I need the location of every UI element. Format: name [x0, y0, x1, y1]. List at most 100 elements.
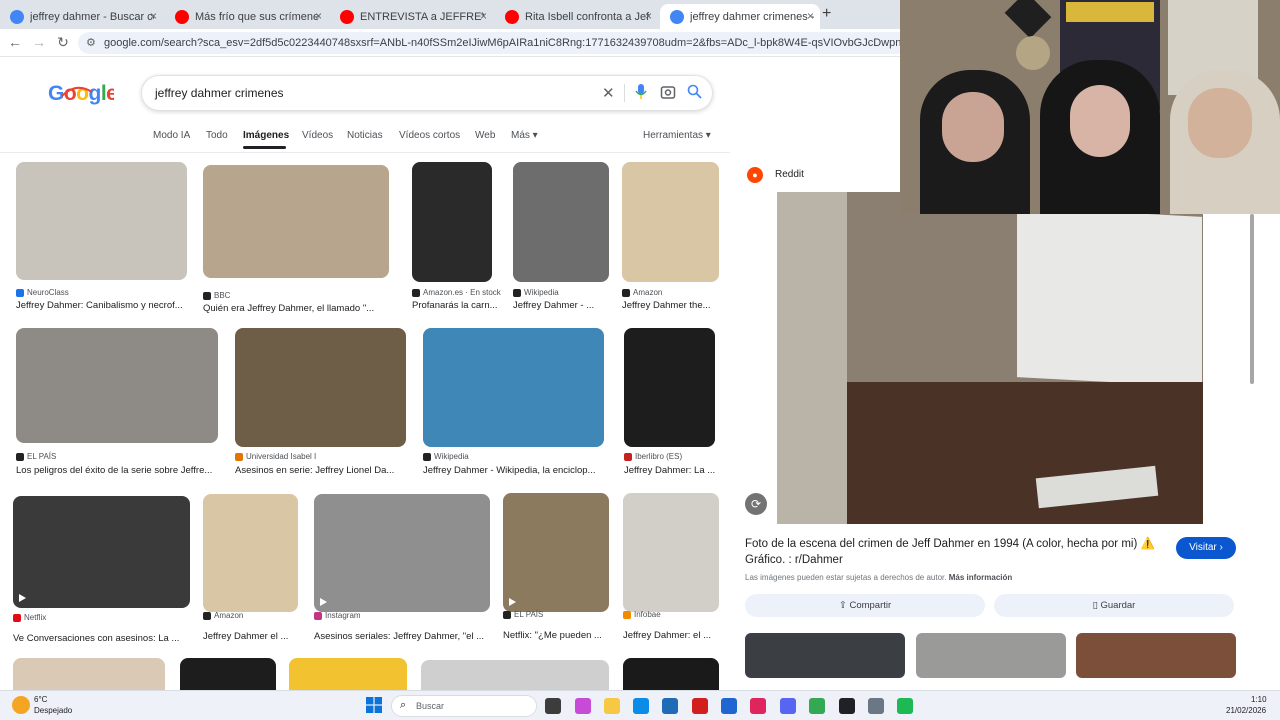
acrobat-icon[interactable]: [692, 698, 708, 714]
weather-desc[interactable]: Despejado: [34, 706, 72, 715]
result-thumbnail[interactable]: [203, 494, 298, 612]
weather-icon[interactable]: [12, 696, 30, 714]
new-tab-button[interactable]: +: [822, 5, 831, 23]
image-result-partial[interactable]: [180, 658, 276, 690]
result-source[interactable]: EL PAÍS: [16, 452, 56, 461]
visit-button[interactable]: Visitar ›: [1176, 537, 1236, 559]
scrollbar-thumb[interactable]: [1250, 214, 1254, 384]
related-thumb[interactable]: [745, 633, 905, 678]
image-result-partial[interactable]: [289, 658, 407, 690]
result-source[interactable]: Netflix: [13, 613, 46, 622]
result-thumbnail[interactable]: [423, 328, 604, 447]
image-result[interactable]: Infobae Jeffrey Dahmer: el ...: [623, 493, 729, 672]
image-result[interactable]: EL PAÍS Netflix: "¿Me pueden ...: [503, 493, 619, 672]
filter-7[interactable]: Más ▾: [511, 130, 538, 141]
result-source[interactable]: NeuroClass: [16, 288, 69, 297]
mic-icon[interactable]: [635, 84, 647, 104]
result-title[interactable]: Jeffrey Dahmer: el ...: [623, 630, 733, 641]
result-thumbnail[interactable]: [624, 328, 715, 447]
result-title[interactable]: Asesinos en serie: Jeffrey Lionel Da...: [235, 465, 420, 476]
result-source[interactable]: Instagram: [314, 611, 361, 620]
tools-button[interactable]: Herramientas ▾: [643, 130, 711, 141]
result-thumbnail[interactable]: [412, 162, 492, 282]
result-source[interactable]: Universidad Isabel I: [235, 452, 316, 461]
file-explorer-icon[interactable]: [604, 698, 620, 714]
clear-icon[interactable]: ✕: [602, 84, 615, 102]
address-bar[interactable]: ⚙ google.com/search?sca_esv=2df5d5c02234…: [78, 32, 900, 54]
result-title[interactable]: Jeffrey Dahmer el ...: [203, 631, 312, 642]
image-result[interactable]: Amazon.es · En stock Profanarás la carn..…: [412, 162, 502, 342]
share-button[interactable]: ⇪ Compartir: [745, 594, 985, 617]
image-result[interactable]: Wikipedia Jeffrey Dahmer - Wikipedia, la …: [423, 328, 614, 507]
filter-5[interactable]: Vídeos cortos: [399, 130, 460, 141]
image-result-partial[interactable]: [421, 660, 609, 692]
image-result[interactable]: BBC Quién era Jeffrey Dahmer, el llamado …: [203, 165, 399, 338]
panel-caption[interactable]: Foto de la escena del crimen de Jeff Dah…: [745, 536, 1165, 568]
image-result[interactable]: Universidad Isabel I Asesinos en serie: J…: [235, 328, 416, 507]
filter-3[interactable]: Vídeos: [302, 130, 333, 141]
browser-tab[interactable]: Más frío que sus crímenes: así×: [165, 4, 328, 29]
copilot-icon[interactable]: [575, 698, 591, 714]
search-box[interactable]: jeffrey dahmer crimenes ✕: [141, 75, 713, 111]
image-result[interactable]: Wikipedia Jeffrey Dahmer - ...: [513, 162, 619, 342]
brave-icon[interactable]: [750, 698, 766, 714]
preview-image[interactable]: [777, 192, 1203, 524]
reload-icon[interactable]: ↻: [54, 34, 72, 51]
image-result[interactable]: Amazon Jeffrey Dahmer the...: [622, 162, 729, 342]
weather-temp[interactable]: 6°C: [34, 695, 47, 704]
close-tab-icon[interactable]: ×: [807, 9, 814, 23]
result-title[interactable]: Asesinos seriales: Jeffrey Dahmer, "el .…: [314, 631, 504, 642]
more-info-link[interactable]: Más información: [949, 573, 1013, 582]
obs-icon[interactable]: [839, 698, 855, 714]
image-result-partial[interactable]: [13, 658, 165, 690]
image-result[interactable]: EL PAÍS Los peligros del éxito de la seri…: [16, 328, 228, 503]
result-thumbnail[interactable]: [314, 494, 490, 612]
result-thumbnail[interactable]: [203, 165, 389, 278]
image-result-partial[interactable]: [623, 658, 719, 690]
image-result[interactable]: Instagram Asesinos seriales: Jeffrey Dahm…: [314, 494, 500, 672]
forward-icon[interactable]: →: [30, 34, 48, 50]
image-result[interactable]: Iberlibro (ES) Jeffrey Dahmer: La ...: [624, 328, 725, 507]
related-thumb[interactable]: [1076, 633, 1236, 678]
result-source[interactable]: Amazon: [622, 288, 662, 297]
result-source[interactable]: EL PAÍS: [503, 610, 543, 619]
windows-start-icon[interactable]: [366, 697, 382, 713]
result-thumbnail[interactable]: [235, 328, 406, 447]
store-icon[interactable]: [662, 698, 678, 714]
result-source[interactable]: Amazon.es · En stock: [412, 288, 501, 297]
lens-search-icon[interactable]: ⟳: [745, 493, 767, 515]
settings-icon[interactable]: [868, 698, 884, 714]
clock-date[interactable]: 21/02/2026: [1226, 706, 1266, 715]
browser-tab[interactable]: Rita Isbell confronta a Jeffrey D×: [495, 4, 658, 29]
panel-source[interactable]: Reddit: [775, 169, 804, 180]
result-source[interactable]: Wikipedia: [423, 452, 469, 461]
result-title[interactable]: Jeffrey Dahmer: La ...: [624, 465, 729, 476]
search-icon[interactable]: [687, 84, 702, 103]
result-title[interactable]: Jeffrey Dahmer the...: [622, 300, 733, 311]
image-result[interactable]: Netflix Ve Conversaciones con asesinos: L…: [13, 496, 200, 668]
result-source[interactable]: Iberlibro (ES): [624, 452, 682, 461]
result-thumbnail[interactable]: [16, 328, 218, 443]
taskbar-search[interactable]: ⌕ Buscar: [391, 695, 537, 717]
result-title[interactable]: Jeffrey Dahmer: Canibalismo y necrof...: [16, 300, 201, 311]
result-title[interactable]: Los peligros del éxito de la serie sobre…: [16, 465, 232, 476]
result-thumbnail[interactable]: [623, 493, 719, 612]
close-tab-icon[interactable]: ×: [315, 9, 322, 23]
image-result[interactable]: Amazon Jeffrey Dahmer el ...: [203, 494, 308, 672]
filter-2[interactable]: Imágenes: [243, 130, 289, 141]
result-title[interactable]: Ve Conversaciones con asesinos: La ...: [13, 633, 204, 644]
result-source[interactable]: Wikipedia: [513, 288, 559, 297]
save-button[interactable]: ▯ Guardar: [994, 594, 1234, 617]
back-icon[interactable]: ←: [6, 34, 24, 50]
panel-scrollbar[interactable]: [1248, 214, 1256, 684]
google-logo[interactable]: Google: [48, 80, 118, 112]
result-thumbnail[interactable]: [13, 496, 190, 608]
result-title[interactable]: Netflix: "¿Me pueden ...: [503, 630, 623, 641]
result-source[interactable]: BBC: [203, 291, 230, 300]
chrome-icon[interactable]: [809, 698, 825, 714]
filter-0[interactable]: Modo IA: [153, 130, 190, 141]
dropbox-icon[interactable]: [721, 698, 737, 714]
task-view-icon[interactable]: [545, 698, 561, 714]
result-source[interactable]: Amazon: [203, 611, 243, 620]
filter-1[interactable]: Todo: [206, 130, 228, 141]
